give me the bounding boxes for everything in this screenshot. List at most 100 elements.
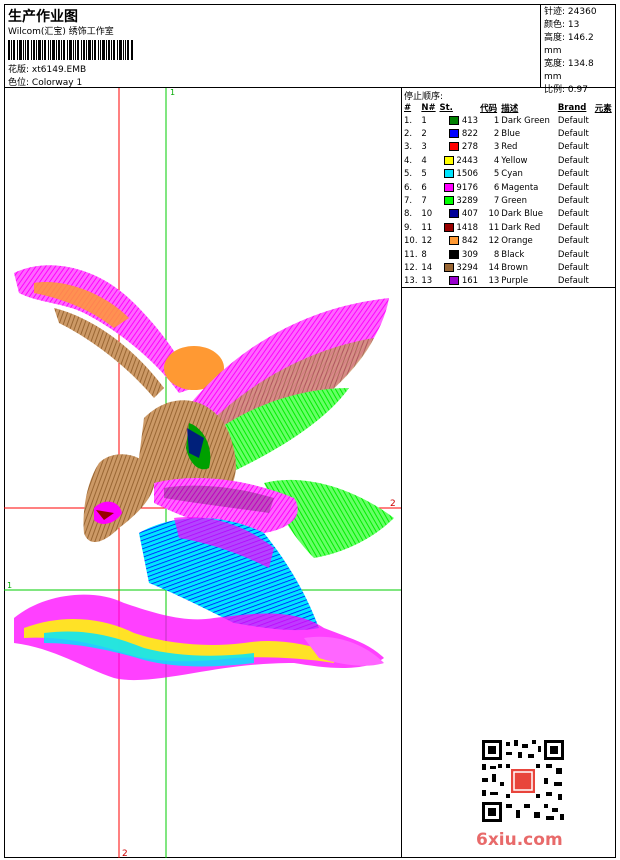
table-row: 3. 3 278 3 Red Default xyxy=(403,141,615,154)
row-stitches: 278 xyxy=(438,141,479,154)
table-row: 12. 14 3294 14 Brown Default xyxy=(403,261,615,274)
row-element xyxy=(594,261,615,274)
table-row: 10. 12 842 12 Orange Default xyxy=(403,235,615,248)
row-code: 13 xyxy=(488,276,500,287)
row-code: 12 xyxy=(488,236,500,247)
row-element xyxy=(594,127,615,140)
table-row: 9. 11 1418 11 Dark Red Default xyxy=(403,221,615,234)
table-row: 8. 10 407 10 Dark Blue Default xyxy=(403,208,615,221)
table-row: 5. 5 1506 5 Cyan Default xyxy=(403,168,615,181)
qr-code xyxy=(480,738,566,824)
row-element xyxy=(594,141,615,154)
row-element xyxy=(594,221,615,234)
row-stitches: 822 xyxy=(438,127,479,140)
row-index: 13. xyxy=(404,276,418,287)
row-code: 1 xyxy=(493,115,500,126)
row-stitch-value: 278 xyxy=(461,142,479,153)
row-element xyxy=(594,181,615,194)
pattern-value: xt6149.EMB xyxy=(31,65,87,75)
row-index: 3. xyxy=(404,142,413,153)
guide-label-right: 2 xyxy=(390,499,396,509)
row-needle: 5 xyxy=(421,169,427,180)
row-stitches: 413 xyxy=(438,114,479,127)
row-code: 10 xyxy=(488,209,500,220)
row-description: Orange xyxy=(501,236,533,247)
color-count: 颜色: 13 xyxy=(544,20,580,30)
row-needle: 14 xyxy=(421,262,433,273)
design-info: 针迹: 24360 颜色: 13 高度: 146.2 mm 宽度: 134.8 … xyxy=(540,4,616,95)
col-header-brand: Brand xyxy=(557,102,587,113)
row-brand: Default xyxy=(557,129,589,140)
row-stitches: 309 xyxy=(438,248,479,261)
row-stitch-value: 413 xyxy=(461,115,479,126)
row-description: Green xyxy=(501,196,528,207)
row-stitch-value: 161 xyxy=(461,276,479,287)
row-index: 8. xyxy=(404,209,413,220)
row-brand: Default xyxy=(557,182,589,193)
row-description: Magenta xyxy=(501,182,539,193)
row-index: 12. xyxy=(404,262,418,273)
row-stitches: 161 xyxy=(438,275,479,288)
table-header-row: # N# St. 代码 描述 Brand 元素 xyxy=(403,101,615,114)
row-code: 14 xyxy=(488,262,500,273)
stitch-count: 针迹: 24360 xyxy=(544,7,597,17)
row-description: Black xyxy=(501,249,525,260)
table-row: 2. 2 822 2 Blue Default xyxy=(403,127,615,140)
site-watermark: 6xiu.com xyxy=(476,830,563,850)
row-element xyxy=(594,208,615,221)
row-element xyxy=(594,194,615,207)
row-code: 5 xyxy=(493,169,500,180)
row-brand: Default xyxy=(557,276,589,287)
row-stitch-value: 3294 xyxy=(456,262,479,273)
row-needle: 4 xyxy=(421,155,427,166)
row-description: Dark Red xyxy=(501,222,541,233)
col-header-index: # xyxy=(404,102,412,113)
row-brand: Default xyxy=(557,262,589,273)
row-stitches: 407 xyxy=(438,208,479,221)
row-needle: 13 xyxy=(421,276,433,287)
row-stitches: 9176 xyxy=(438,181,479,194)
row-index: 7. xyxy=(404,196,413,207)
color-swatch xyxy=(449,276,460,286)
colorway-label: 色位: xyxy=(8,78,30,88)
row-element xyxy=(594,235,615,248)
row-stitch-value: 1418 xyxy=(456,222,479,233)
color-swatch xyxy=(443,169,454,179)
row-needle: 8 xyxy=(421,249,427,260)
row-description: Brown xyxy=(501,262,528,273)
row-needle: 11 xyxy=(421,222,433,233)
row-brand: Default xyxy=(557,155,589,166)
row-brand: Default xyxy=(557,142,589,153)
table-row: 11. 8 309 8 Black Default xyxy=(403,248,615,261)
row-index: 11. xyxy=(404,249,418,260)
row-stitch-value: 1506 xyxy=(456,169,479,180)
col-header-element: 元素 xyxy=(594,103,612,114)
color-swatch xyxy=(443,155,454,165)
row-brand: Default xyxy=(557,209,589,220)
row-needle: 12 xyxy=(421,236,433,247)
table-row: 1. 1 413 1 Dark Green Default xyxy=(403,114,615,127)
design-height: 高度: 146.2 mm xyxy=(544,33,594,56)
row-index: 4. xyxy=(404,155,413,166)
row-description: Red xyxy=(501,142,518,153)
row-element xyxy=(594,275,615,288)
row-code: 2 xyxy=(493,129,500,140)
row-stitches: 1506 xyxy=(438,168,479,181)
row-needle: 6 xyxy=(421,182,427,193)
color-swatch xyxy=(443,182,454,192)
company-name: Wilcom(汇宝) 绣饰工作室 xyxy=(8,27,114,37)
row-brand: Default xyxy=(557,196,589,207)
row-needle: 10 xyxy=(421,209,433,220)
guide-label-top: 1 xyxy=(170,88,175,97)
pattern-label: 花版: xyxy=(8,65,30,75)
row-brand: Default xyxy=(557,115,589,126)
row-stitch-value: 842 xyxy=(461,236,479,247)
row-element xyxy=(594,114,615,127)
row-stitch-value: 3289 xyxy=(456,196,479,207)
row-stitch-value: 9176 xyxy=(456,182,479,193)
design-width: 宽度: 134.8 mm xyxy=(544,59,594,82)
pattern-file: 花版: xt6149.EMB xyxy=(8,62,86,75)
row-index: 6. xyxy=(404,182,413,193)
row-needle: 7 xyxy=(421,196,427,207)
color-swatch xyxy=(449,236,460,246)
